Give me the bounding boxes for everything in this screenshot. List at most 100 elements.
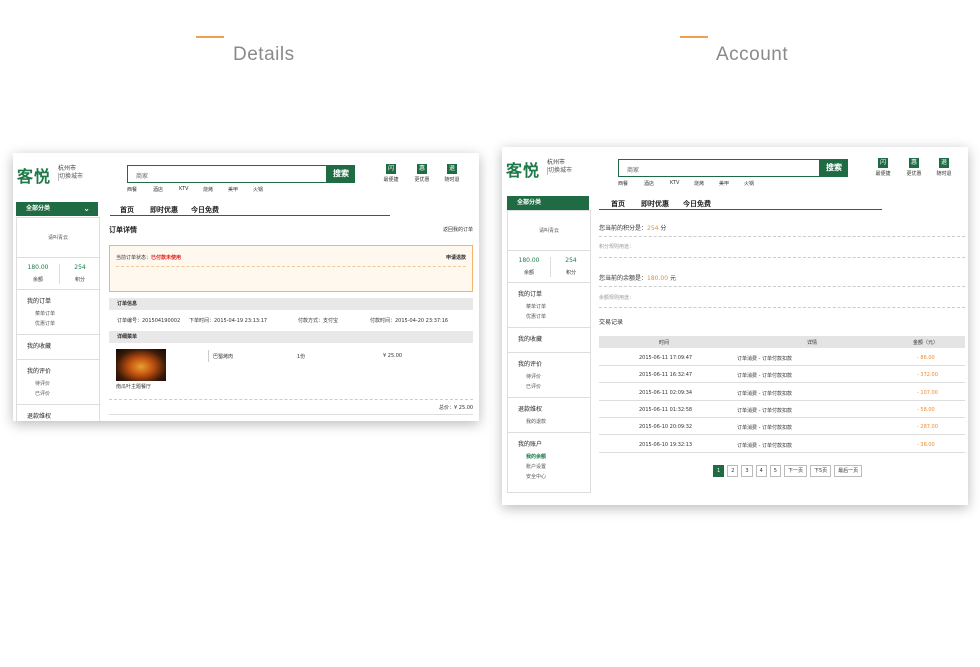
page-1-button[interactable]: 1 xyxy=(713,465,725,477)
sidebar-item-my-balance[interactable]: 我的余额 xyxy=(518,452,590,462)
sidebar-group-title[interactable]: 我的收藏 xyxy=(518,334,590,343)
hot-word[interactable]: KTV xyxy=(179,186,203,193)
page-3-button[interactable]: 3 xyxy=(741,465,753,477)
sidebar-item-done-reviews[interactable]: 已评价 xyxy=(27,389,99,399)
sidebar-group-title[interactable]: 我的账户 xyxy=(518,439,590,448)
city-selector[interactable]: 杭州市 切换城市 xyxy=(58,165,83,181)
switch-city-link[interactable]: 切换城市 xyxy=(58,173,83,181)
nav-home[interactable]: 首页 xyxy=(120,205,134,215)
balance-amount: 180.00 xyxy=(647,275,669,282)
balance-value: 180.00 xyxy=(518,257,540,264)
sidebar-item-my-refunds[interactable]: 我的退款 xyxy=(518,417,590,427)
sidebar-item-pending-reviews[interactable]: 待评价 xyxy=(518,372,590,382)
transaction-detail: 订单消费 - 订单付款扣款 xyxy=(737,407,792,414)
site-logo[interactable]: 客悦 xyxy=(506,157,540,181)
quick-link-discount[interactable]: 惠 更优惠 xyxy=(412,164,432,183)
hot-word[interactable]: 西餐 xyxy=(127,186,153,193)
status-value: 已付款未使用 xyxy=(151,255,182,261)
nav-free-today[interactable]: 今日免费 xyxy=(683,199,711,209)
search-button[interactable]: 搜索 xyxy=(327,165,355,183)
sidebar-item-pending-reviews[interactable]: 待评价 xyxy=(27,379,99,389)
sidebar-item-done-reviews[interactable]: 已评价 xyxy=(518,382,590,392)
hot-word[interactable]: 西餐 xyxy=(618,180,644,187)
account-screen: 客悦 杭州市 切换城市 商家 搜索 西餐 酒店 KTV 烧烤 美甲 火锅 闪 最… xyxy=(502,147,968,505)
search-input[interactable]: 商家 xyxy=(618,159,820,177)
hot-word[interactable]: 酒店 xyxy=(153,186,179,193)
hot-word[interactable]: 火锅 xyxy=(744,180,769,187)
balance-usage-rule[interactable]: 余额规则用途： xyxy=(599,294,634,301)
table-row: 2015-06-11 16:32:47 订单消费 - 订单付款扣款 - 372.00 xyxy=(599,366,965,384)
sidebar-group-title[interactable]: 我的订单 xyxy=(518,289,590,298)
pagination: 1 2 3 4 5 下一页 下5页 最后一页 xyxy=(713,465,863,477)
back-to-orders-link[interactable]: 返回我的订单 xyxy=(443,226,473,233)
quick-link-fast[interactable]: 闪 最便捷 xyxy=(381,164,401,183)
sidebar-item-account-settings[interactable]: 账户设置 xyxy=(518,462,590,472)
balance-stat[interactable]: 180.00 余额 xyxy=(17,264,59,283)
page-2-button[interactable]: 2 xyxy=(727,465,739,477)
last-page-button[interactable]: 最后一页 xyxy=(834,465,863,477)
hot-word[interactable]: 烧烤 xyxy=(694,180,719,187)
heading-accent-bar xyxy=(196,36,224,38)
nav-home[interactable]: 首页 xyxy=(611,199,625,209)
sidebar-item-security-center[interactable]: 安全中心 xyxy=(518,472,590,482)
sidebar-group-title[interactable]: 我的收藏 xyxy=(27,341,99,350)
nav-instant-deals[interactable]: 即时优惠 xyxy=(150,205,178,215)
points-unit: 分 xyxy=(660,225,667,232)
nav-free-today[interactable]: 今日免费 xyxy=(191,205,219,215)
sidebar-item-menu-orders[interactable]: 菜单订单 xyxy=(27,309,99,319)
sidebar-group-title[interactable]: 我的评价 xyxy=(27,366,99,375)
transactions-table-header: 时间 详情 金额（元） xyxy=(599,336,965,348)
sidebar-group-title[interactable]: 我的评价 xyxy=(518,359,590,368)
quick-link-fast[interactable]: 闪 最便捷 xyxy=(873,158,893,177)
next-page-button[interactable]: 下一页 xyxy=(783,465,807,477)
hot-word[interactable]: KTV xyxy=(670,180,694,187)
sidebar-group-title[interactable]: 退款维权 xyxy=(518,404,590,413)
search-button[interactable]: 搜索 xyxy=(820,159,848,177)
switch-city-link[interactable]: 切换城市 xyxy=(547,167,572,175)
page-5-button[interactable]: 5 xyxy=(769,465,781,477)
sidebar-item-deal-orders[interactable]: 优惠订单 xyxy=(518,312,590,322)
points-usage-rule[interactable]: 积分规则用途： xyxy=(599,243,634,250)
table-row: 2015-06-11 02:09:34 订单消费 - 订单付款扣款 - 107.00 xyxy=(599,384,965,401)
hot-word[interactable]: 美甲 xyxy=(719,180,744,187)
sidebar-item-deal-orders[interactable]: 优惠订单 xyxy=(27,319,99,329)
transaction-detail: 订单消费 - 订单付款扣款 xyxy=(737,373,792,380)
quick-link-refund[interactable]: 退 随时退 xyxy=(442,164,462,183)
flash-icon: 闪 xyxy=(386,164,396,174)
site-logo[interactable]: 客悦 xyxy=(17,163,51,187)
hot-word[interactable]: 烧烤 xyxy=(203,186,228,193)
sidebar-group-title[interactable]: 退款维权 xyxy=(27,411,99,420)
quick-link-label: 随时退 xyxy=(936,171,952,177)
quick-link-refund[interactable]: 退 随时退 xyxy=(934,158,954,177)
points-stat[interactable]: 254 积分 xyxy=(59,264,101,283)
all-categories-button[interactable]: 全部分类 xyxy=(507,196,589,210)
balance-prefix: 您当前的余额是： xyxy=(599,275,648,282)
sidebar-group-title[interactable]: 我的订单 xyxy=(27,296,99,305)
request-refund-button[interactable]: 申请退款 xyxy=(446,254,466,261)
restaurant-name[interactable]: 南瓜叶主题餐厅 xyxy=(116,383,151,390)
hot-word[interactable]: 酒店 xyxy=(644,180,670,187)
dish-price: ¥ 25.00 xyxy=(383,353,403,359)
page-4-button[interactable]: 4 xyxy=(755,465,767,477)
balance-stat[interactable]: 180.00 余额 xyxy=(508,257,550,276)
hot-words: 西餐 酒店 KTV 烧烤 美甲 火锅 xyxy=(618,180,769,187)
sidebar-item-menu-orders[interactable]: 菜单订单 xyxy=(518,302,590,312)
all-categories-button[interactable]: 全部分类 ⌄ xyxy=(16,202,98,216)
nav-underline xyxy=(110,215,390,216)
next-5-pages-button[interactable]: 下5页 xyxy=(809,465,832,477)
points-amount: 254 xyxy=(647,225,659,232)
category-label: 全部分类 xyxy=(26,205,51,212)
points-stat[interactable]: 254 积分 xyxy=(550,257,592,276)
hot-word[interactable]: 火锅 xyxy=(253,186,278,193)
transaction-detail: 订单消费 - 订单付款扣款 xyxy=(737,390,792,397)
city-selector[interactable]: 杭州市 切换城市 xyxy=(547,159,572,175)
search-input[interactable]: 商家 xyxy=(127,165,327,183)
transaction-amount: - 107.00 xyxy=(917,389,938,396)
table-row: 2015-06-10 19:32:13 订单消费 - 订单付款扣款 - 36.00 xyxy=(599,436,965,453)
nav-instant-deals[interactable]: 即时优惠 xyxy=(641,199,669,209)
hot-word[interactable]: 美甲 xyxy=(228,186,253,193)
restaurant-photo[interactable] xyxy=(116,349,166,381)
quick-link-label: 随时退 xyxy=(444,177,460,183)
quick-link-discount[interactable]: 惠 更优惠 xyxy=(904,158,924,177)
chevron-down-icon: ⌄ xyxy=(83,204,90,213)
